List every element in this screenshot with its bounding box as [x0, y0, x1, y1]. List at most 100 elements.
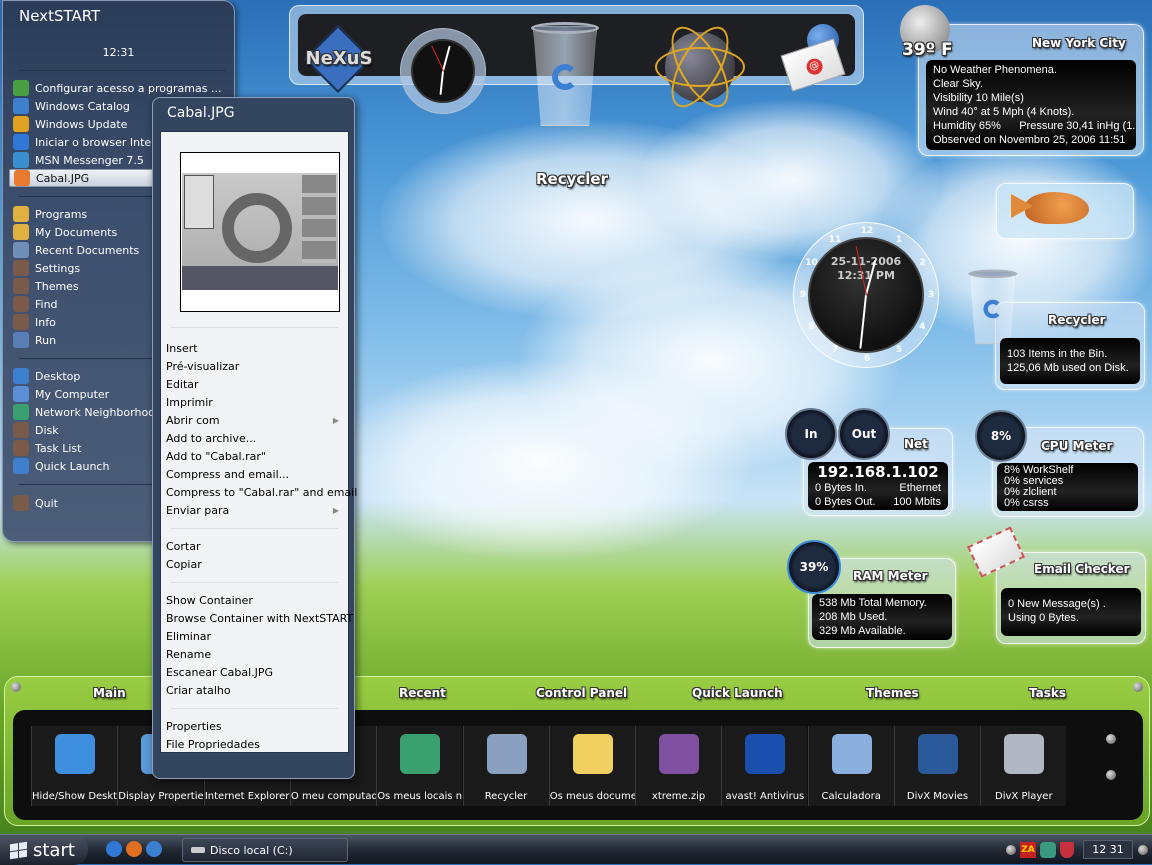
program-access-icon	[13, 80, 29, 96]
menu-item[interactable]: Configurar acesso a programas ...	[9, 79, 229, 97]
context-menu-item[interactable]: Properties	[166, 718, 343, 736]
context-menu-item[interactable]: Insert	[166, 340, 343, 358]
context-menu-item[interactable]: Browse Container with NextSTART	[166, 610, 353, 628]
my-documents-icon	[13, 224, 29, 240]
weather-city: New York City	[1032, 36, 1126, 50]
net-in-gauge[interactable]: In	[785, 408, 837, 460]
find-icon	[13, 296, 29, 312]
menu-item-label: Configurar acesso a programas ...	[35, 81, 222, 95]
taskbar-button-disco-local[interactable]: Disco local (C:)	[182, 838, 348, 862]
context-menu-item[interactable]: Eliminar	[166, 628, 343, 646]
menu-item-label: Run	[35, 333, 57, 347]
context-menu-item[interactable]: Rename	[166, 646, 343, 664]
context-menu-item-label: Eliminar	[166, 630, 212, 643]
dock-item[interactable]: Os meus locais na	[376, 726, 463, 806]
context-menu-item-label: Escanear Cabal.JPG	[166, 666, 274, 679]
my-computer-icon	[13, 386, 29, 402]
dock-item[interactable]: avast! Antivirus	[721, 726, 808, 806]
settings-icon	[13, 260, 29, 276]
dock-analog-clock[interactable]	[400, 28, 486, 114]
clock-numeral: 6	[863, 354, 871, 364]
menu-separator	[171, 708, 338, 709]
net-title: Net	[904, 437, 928, 451]
weather-line: Wind 40° at 5 Mph (4 Knots).	[933, 106, 1075, 118]
net-out-gauge[interactable]: Out	[838, 408, 890, 460]
dock-tab-control-panel[interactable]: Control Panel	[536, 686, 627, 700]
msn-messenger-icon	[13, 152, 29, 168]
context-menu-item[interactable]: Add to "Cabal.rar"	[166, 448, 343, 466]
dock-item[interactable]: DivX Player	[980, 726, 1067, 806]
dock-item[interactable]: Os meus documen	[548, 726, 635, 806]
dock-recycle-bin-icon[interactable]	[525, 20, 605, 130]
context-menu-item[interactable]: Pré-visualizar	[166, 358, 343, 376]
dock-item[interactable]: Recycler	[462, 726, 549, 806]
menu-item-label: Cabal.JPG	[36, 171, 90, 185]
net-ip: 192.168.1.102	[817, 463, 939, 481]
net-bytes-in: 0 Bytes In.	[815, 482, 867, 494]
context-menu-item[interactable]: Editar	[166, 376, 343, 394]
media-player-icon[interactable]	[146, 841, 162, 857]
nexus-logo-icon[interactable]: NeXuS	[304, 25, 373, 93]
network-error-icon[interactable]	[1040, 842, 1056, 858]
context-menu-item[interactable]: Compress and email...	[166, 466, 343, 484]
windows-logo-icon	[10, 841, 27, 859]
my-documents-folder-icon	[572, 734, 613, 774]
context-menu-item[interactable]: Add to archive...	[166, 430, 343, 448]
ram-gauge: 39%	[787, 540, 841, 594]
image-preview[interactable]	[180, 152, 340, 312]
dock-globe-icon[interactable]	[655, 18, 745, 116]
tray-collapse-button[interactable]	[1006, 845, 1016, 855]
zonealarm-icon[interactable]: ZA	[1020, 842, 1036, 858]
menu-item-label: Settings	[35, 261, 81, 275]
dock-tab-recent[interactable]: Recent	[399, 686, 446, 700]
dock-scroll-up-button[interactable]	[1106, 734, 1116, 744]
fish-widget[interactable]	[996, 183, 1134, 239]
drive-icon	[191, 847, 205, 853]
dock-tab-themes[interactable]: Themes	[866, 686, 919, 700]
menu-item-label: Windows Update	[35, 117, 128, 131]
context-menu-item[interactable]: Enviar para ▶	[166, 502, 343, 520]
dock-scroll-down-button[interactable]	[1106, 770, 1116, 780]
themes-icon	[13, 278, 29, 294]
dock-item[interactable]: xtreme.zip	[635, 726, 722, 806]
hide-show-desktop-icon	[55, 734, 95, 774]
clock-numeral: 4	[919, 322, 926, 332]
dock-item-label: Os meus locais na	[377, 791, 463, 802]
clock-time: 12:31 PM	[837, 269, 895, 282]
context-menu-item[interactable]: Abrir com ▶	[166, 412, 343, 430]
divx-player-icon	[1004, 734, 1045, 774]
analog-clock-widget[interactable]: 12 1 2 3 4 5 6 7 8 9 10 11 25-11-2006 12:31 PM	[793, 222, 939, 368]
divx-movies-icon	[918, 734, 958, 774]
dock-corner-button[interactable]	[11, 682, 21, 692]
dock-tab-tasks[interactable]: Tasks	[1029, 686, 1066, 700]
windows-update-icon	[13, 116, 29, 132]
menu-item-label: Windows Catalog	[35, 99, 130, 113]
context-menu-item[interactable]: Imprimir	[166, 394, 343, 412]
context-menu-item[interactable]: File Propriedades	[166, 736, 343, 754]
dock-item[interactable]: Calculadora	[807, 726, 894, 806]
recycle-bin-icon	[486, 734, 527, 774]
dock-email-icon[interactable]: @	[780, 24, 846, 92]
dock-corner-button[interactable]	[1133, 682, 1143, 692]
dock-tab-quick-launch[interactable]: Quick Launch	[692, 686, 783, 700]
context-menu-item[interactable]: Copiar	[166, 556, 343, 574]
internet-explorer-icon[interactable]	[106, 841, 122, 857]
context-menu-item-label: Enviar para	[166, 504, 230, 517]
tray-button[interactable]	[1138, 845, 1148, 855]
context-menu-item[interactable]: Escanear Cabal.JPG	[166, 664, 343, 682]
dock-item[interactable]: DivX Movies	[894, 726, 980, 806]
dock-tab-main[interactable]: Main	[93, 686, 126, 700]
start-button[interactable]: start	[0, 835, 88, 865]
context-menu-item-label: Criar atalho	[166, 684, 231, 697]
context-menu-item[interactable]: Criar atalho	[166, 682, 343, 700]
security-shield-icon[interactable]	[1060, 842, 1074, 858]
menu-item-label: Themes	[35, 279, 79, 293]
context-menu-item[interactable]: Compress to "Cabal.rar" and email	[166, 484, 357, 502]
tray-clock[interactable]: 12 31	[1083, 840, 1133, 859]
dock-item[interactable]: Hide/Show Deskto	[31, 726, 117, 806]
menu-separator	[171, 582, 338, 583]
network-places-icon	[400, 734, 441, 774]
context-menu-item[interactable]: Cortar	[166, 538, 343, 556]
context-menu-item[interactable]: Show Container	[166, 592, 343, 610]
firefox-icon[interactable]	[126, 841, 142, 857]
